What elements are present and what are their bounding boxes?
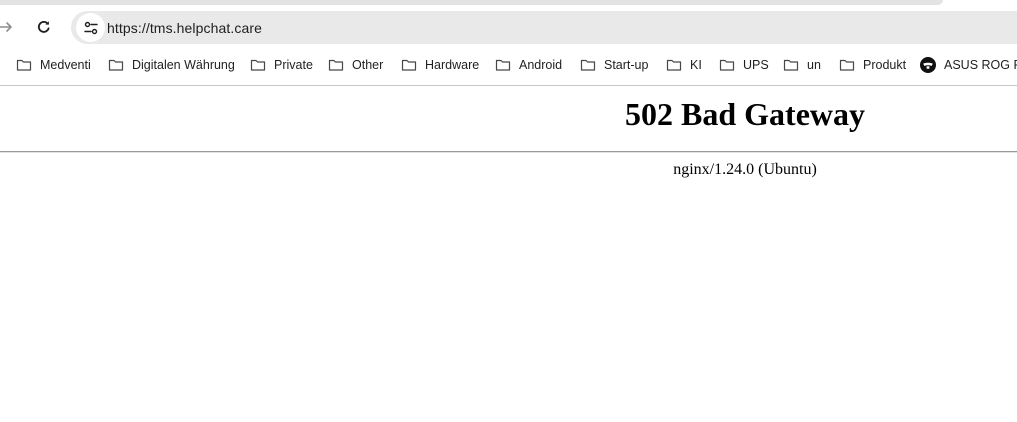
bookmark-label: Android (519, 58, 563, 72)
bookmark-medventi[interactable]: Medventi (16, 53, 91, 77)
site-info-button[interactable] (76, 13, 105, 42)
bookmark-private[interactable]: Private (250, 53, 313, 77)
bookmark-label: Private (274, 58, 313, 72)
bookmark-produkt[interactable]: Produkt (839, 53, 906, 77)
folder-icon (16, 59, 32, 71)
address-bar[interactable]: https://tms.helpchat.care (71, 11, 1017, 44)
asus-rog-icon (920, 57, 936, 73)
folder-icon (401, 59, 417, 71)
reload-icon (37, 21, 50, 33)
bookmark-label: Digitalen Währung (132, 58, 235, 72)
folder-icon (580, 59, 596, 71)
folder-icon (666, 59, 682, 71)
folder-icon (719, 59, 735, 71)
folder-icon (783, 59, 799, 71)
arrow-right-icon (0, 22, 12, 32)
folder-icon (250, 59, 266, 71)
bookmark-other[interactable]: Other (328, 53, 383, 77)
bookmark-asus-rog[interactable]: ASUS ROG Flo (920, 53, 1017, 77)
bookmark-hardware[interactable]: Hardware (401, 53, 479, 77)
bookmark-label: Medventi (40, 58, 91, 72)
server-signature: nginx/1.24.0 (Ubuntu) (673, 161, 817, 178)
bookmark-label: Start-up (604, 58, 649, 72)
bookmark-start-up[interactable]: Start-up (580, 53, 648, 77)
forward-button[interactable] (0, 15, 18, 39)
reload-button[interactable] (30, 13, 58, 41)
bookmark-label: ASUS ROG Flo (944, 58, 1017, 72)
bookmark-android[interactable]: Android (495, 53, 562, 77)
horizontal-rule (0, 151, 1017, 153)
tune-icon (83, 21, 98, 34)
browser-toolbar: https://tms.helpchat.care (0, 5, 1017, 49)
bookmarks-bar: Medventi Digitalen Währung Private Other… (0, 50, 1017, 80)
bookmark-label: UPS (743, 58, 769, 72)
bookmark-label: Produkt (863, 58, 907, 72)
folder-icon (495, 59, 511, 71)
bookmark-digitalen-wahrung[interactable]: Digitalen Währung (108, 53, 235, 77)
bookmark-label: KI (690, 58, 702, 72)
error-title: 502 Bad Gateway (625, 96, 865, 132)
bookmark-label: Other (352, 58, 384, 72)
folder-icon (839, 59, 855, 71)
bookmark-un[interactable]: un (783, 53, 821, 77)
page-content: 502 Bad Gateway nginx/1.24.0 (Ubuntu) (0, 86, 1017, 422)
bookmark-ups[interactable]: UPS (719, 53, 769, 77)
bookmark-ki[interactable]: KI (666, 53, 702, 77)
folder-icon (328, 59, 344, 71)
url-text[interactable]: https://tms.helpchat.care (107, 20, 262, 36)
folder-icon (108, 59, 124, 71)
bookmark-label: Hardware (425, 58, 480, 72)
bookmark-label: un (807, 58, 821, 72)
